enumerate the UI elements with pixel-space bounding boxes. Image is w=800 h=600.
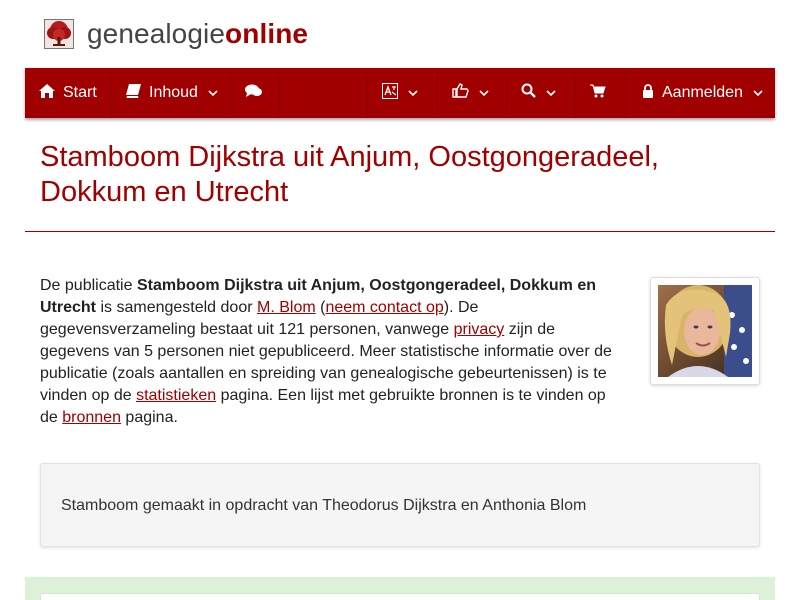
publication-description: Stamboom gemaakt in opdracht van Theodor… (40, 463, 760, 547)
nav-start[interactable]: Start (25, 68, 112, 118)
home-icon (39, 83, 55, 103)
sources-link[interactable]: bronnen (62, 409, 121, 426)
description-text: Stamboom gemaakt in opdracht van Theodor… (61, 497, 587, 514)
info-panel-inner (40, 593, 760, 600)
page-title: Stamboom Dijkstra uit Anjum, Oostgongera… (40, 141, 659, 208)
nav-shop[interactable] (576, 68, 626, 118)
site-name: genealogieonline (87, 18, 309, 49)
nav-inhoud-label: Inhoud (149, 84, 198, 101)
nav-share[interactable] (438, 68, 507, 118)
author-link[interactable]: M. Blom (257, 299, 316, 316)
nav-login-label: Aanmelden (662, 84, 743, 101)
contact-link[interactable]: neem contact op (325, 299, 443, 316)
chevron-down-icon (408, 84, 418, 102)
nav-inhoud[interactable]: Inhoud (112, 68, 231, 118)
tree-logo-icon (44, 19, 74, 49)
nav-language[interactable] (368, 68, 438, 118)
chevron-down-icon (753, 84, 763, 102)
author-avatar[interactable] (650, 277, 760, 385)
chevron-down-icon (208, 84, 218, 102)
comments-icon (245, 84, 262, 103)
privacy-link[interactable]: privacy (454, 321, 505, 338)
statistics-link[interactable]: statistieken (136, 387, 216, 404)
thumbs-up-icon (452, 83, 469, 103)
search-icon (521, 83, 536, 103)
author-photo (658, 285, 752, 377)
nav-forum[interactable] (231, 68, 280, 118)
cart-icon (590, 84, 606, 103)
nav-spacer (280, 68, 368, 118)
title-divider (25, 231, 775, 232)
chevron-down-icon (546, 84, 556, 102)
translate-icon (382, 82, 398, 104)
site-logo[interactable]: genealogieonline (44, 18, 308, 50)
nav-search[interactable] (507, 68, 576, 118)
lock-icon (642, 83, 654, 103)
book-icon (126, 83, 141, 103)
chevron-down-icon (479, 84, 489, 102)
main-navbar: Start Inhoud Aanmelden (25, 68, 775, 118)
nav-start-label: Start (63, 84, 97, 101)
nav-login[interactable]: Aanmelden (626, 68, 775, 118)
publication-intro: De publicatie Stamboom Dijkstra uit Anju… (40, 277, 612, 426)
